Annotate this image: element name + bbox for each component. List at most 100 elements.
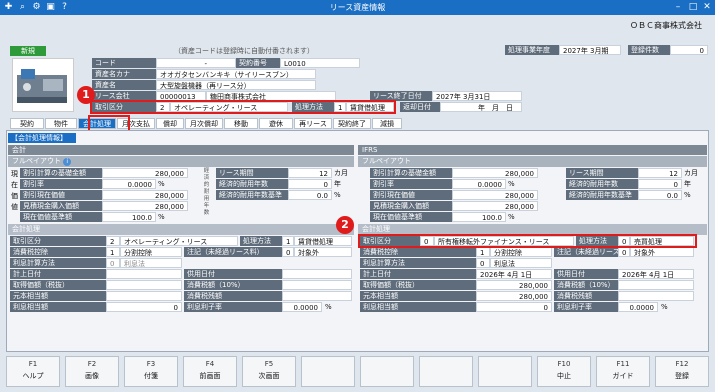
left-note-value: 対象外 <box>294 247 352 257</box>
tab-8[interactable]: 再リース <box>294 118 332 129</box>
left-pv-value[interactable]: 0.0000 <box>102 179 156 189</box>
contract-no-value[interactable]: L0010 <box>280 58 360 68</box>
lathe-machine-icon <box>17 69 67 103</box>
right-pv-label: 割引現在価値 <box>370 190 452 200</box>
left-pv-value[interactable]: 280,000 <box>102 190 188 200</box>
tab-4[interactable]: 償却 <box>156 118 184 129</box>
highlight-box-2 <box>358 234 697 248</box>
left-ecol-value[interactable]: 0.0 <box>288 190 332 200</box>
right-ecol-value[interactable]: 0 <box>638 179 682 189</box>
right-principal-label: 元本相当額 <box>360 291 476 301</box>
right-rate-unit: % <box>661 303 668 311</box>
right-pv-value[interactable]: 280,000 <box>452 168 538 178</box>
kana-label: 資産名カナ <box>92 69 156 79</box>
tab-0[interactable]: 契約 <box>10 118 44 129</box>
minimize-icon[interactable]: – <box>671 1 685 13</box>
left-tax-label: 消費税控除 <box>10 247 106 257</box>
tab-5[interactable]: 月次償却 <box>185 118 223 129</box>
left-taxr-value[interactable] <box>282 280 352 290</box>
right-ecol-value[interactable]: 0.0 <box>638 190 682 200</box>
left-interest-no[interactable]: 0 <box>106 258 120 268</box>
name-value[interactable]: 大型旋盤機器（再リース分） <box>156 80 316 90</box>
left-ecol-value[interactable]: 12 <box>288 168 332 178</box>
left-tax-no[interactable]: 1 <box>106 247 120 257</box>
info-icon[interactable]: i <box>63 158 72 166</box>
left-cost-value[interactable] <box>106 280 182 290</box>
right-pv-value[interactable]: 0.0000 <box>452 179 506 189</box>
code-note: （資産コードは登録時に自動付番されます） <box>174 47 314 55</box>
left-cap-value[interactable] <box>106 269 182 279</box>
fkey-label: ガイド <box>612 372 634 380</box>
fkey-label: 次画面 <box>258 372 280 380</box>
fkey-f12[interactable]: F12 登録 <box>655 356 709 387</box>
left-pv-label: 割引率 <box>20 179 102 189</box>
vertical-label-char: 値 <box>11 203 18 211</box>
right-taxt-label: 消費税残額 <box>554 291 618 301</box>
return-value[interactable]: 年 月 日 <box>440 102 522 112</box>
vertical-label-economic-life: 経済的耐用年数 <box>203 168 210 216</box>
code-label: コード <box>92 58 156 68</box>
fkey-f5[interactable]: F5 次画面 <box>242 356 296 387</box>
left-pv-label: 現在価値基準額 <box>20 212 102 222</box>
left-pv-value[interactable]: 280,000 <box>102 168 188 178</box>
right-pv-value[interactable]: 100.0 <box>452 212 506 222</box>
right-cost-value[interactable]: 280,000 <box>476 280 552 290</box>
tab-10[interactable]: 減損 <box>372 118 402 129</box>
right-interest-label: 利息計算方法 <box>360 258 476 268</box>
right-pv-label: 現在価値基準額 <box>370 212 452 222</box>
kana-value[interactable]: オオガタセンバンキキ（サイリースブン） <box>156 69 316 79</box>
right-cost-label: 取得価額（税抜） <box>360 280 476 290</box>
right-rate-value: 0.0000 <box>618 302 658 312</box>
left-pv-value[interactable]: 100.0 <box>102 212 156 222</box>
right-ecol-unit: 年 <box>684 180 691 188</box>
right-interest-no[interactable]: 0 <box>476 258 490 268</box>
right-pv-value[interactable]: 280,000 <box>452 201 538 211</box>
asset-image[interactable] <box>12 58 74 112</box>
fkey-f2[interactable]: F2 画像 <box>65 356 119 387</box>
fiscal-label: 処理事業年度 <box>505 45 559 55</box>
right-ecol-unit: カ月 <box>684 169 698 177</box>
left-interest-label: 利息計算方法 <box>10 258 106 268</box>
close-icon[interactable]: ✕ <box>700 1 714 13</box>
tab-1[interactable]: 物件 <box>45 118 77 129</box>
maximize-icon[interactable]: □ <box>686 1 700 13</box>
right-interest-value: 利息法 <box>490 258 552 268</box>
left-taxt-value <box>282 291 352 301</box>
left-note-label: 注記（未経過リース料） <box>184 247 282 257</box>
right-taxr-value[interactable] <box>618 280 694 290</box>
right-tax-value: 分割控除 <box>490 247 552 257</box>
fiscal-value: 2027年 3月期 <box>559 45 621 55</box>
left-int-value: 0 <box>106 302 182 312</box>
left-interest-value: 利息法 <box>120 258 182 268</box>
left-ecol-label: 経済的耐用年数基準 <box>216 190 288 200</box>
left-note-no[interactable]: 0 <box>282 247 294 257</box>
fkey-f10[interactable]: F10 中止 <box>537 356 591 387</box>
right-note-value: 対象外 <box>630 247 694 257</box>
right-ecol-value[interactable]: 12 <box>638 168 682 178</box>
left-method-label: 処理方法 <box>240 236 282 246</box>
right-cap-value[interactable]: 2026年 4月 1日 <box>476 269 552 279</box>
right-use-value[interactable]: 2026年 4月 1日 <box>618 269 694 279</box>
left-pv-value[interactable]: 280,000 <box>102 201 188 211</box>
right-tax-no[interactable]: 1 <box>476 247 490 257</box>
fkey-code: F11 <box>616 360 630 368</box>
fkey-f3[interactable]: F3 付箋 <box>124 356 178 387</box>
right-pv-value[interactable]: 280,000 <box>452 190 538 200</box>
left-trade-no[interactable]: 2 <box>106 236 120 246</box>
right-pv-unit: % <box>508 180 515 188</box>
fkey-code: F2 <box>87 360 97 368</box>
right-int-value: 0 <box>476 302 552 312</box>
tab-6[interactable]: 移動 <box>224 118 258 129</box>
fkey-f11[interactable]: F11 ガイド <box>596 356 650 387</box>
fkey-code: F4 <box>205 360 215 368</box>
left-taxt-label: 消費税残額 <box>184 291 282 301</box>
tab-7[interactable]: 遊休 <box>259 118 293 129</box>
left-use-value[interactable] <box>282 269 352 279</box>
left-trade-value: オペレーティング・リース <box>120 236 238 246</box>
right-note-no[interactable]: 0 <box>618 247 630 257</box>
fkey-f4[interactable]: F4 前画面 <box>183 356 237 387</box>
tab-9[interactable]: 契約終了 <box>333 118 371 129</box>
fkey-f1[interactable]: F1 ヘルプ <box>6 356 60 387</box>
left-ecol-value[interactable]: 0 <box>288 179 332 189</box>
left-method-no[interactable]: 1 <box>282 236 294 246</box>
